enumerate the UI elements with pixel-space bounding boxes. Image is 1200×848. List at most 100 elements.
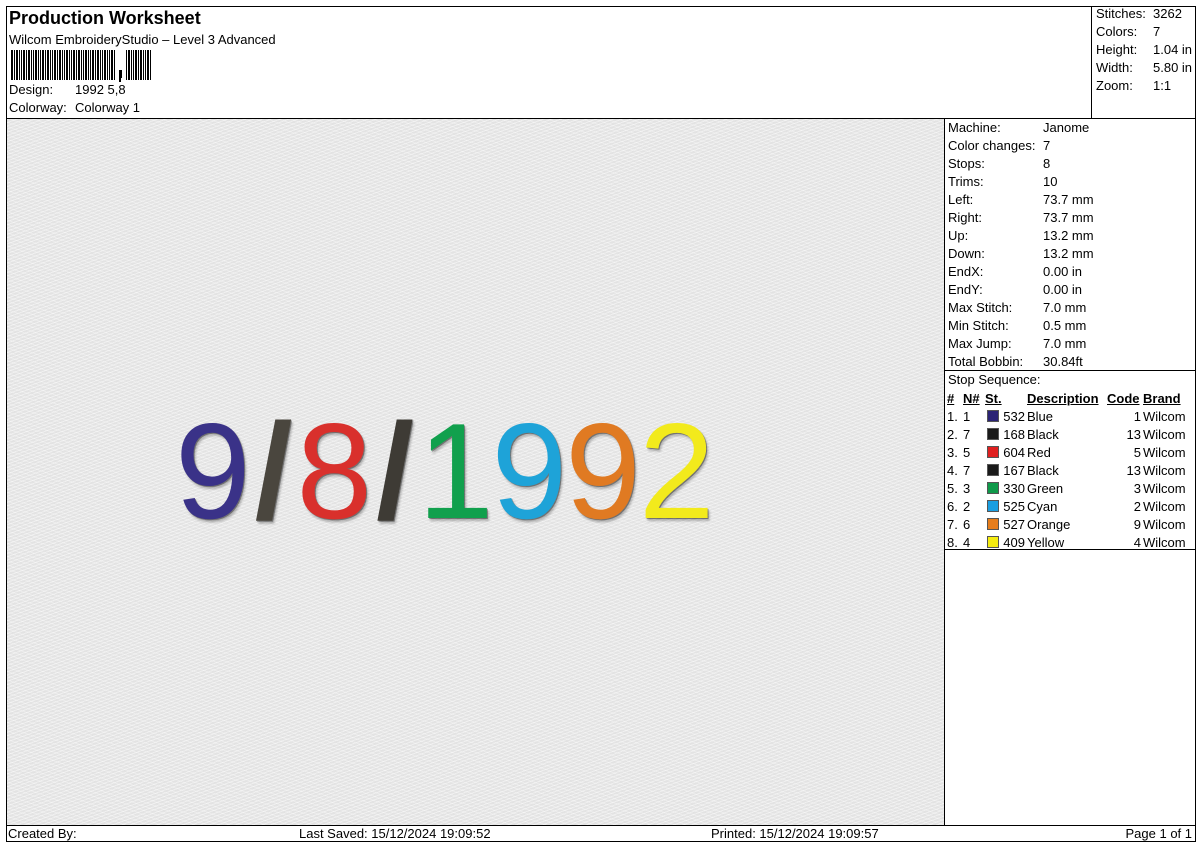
col-header-brand: Brand [1143, 390, 1181, 406]
machine-info-value: 7.0 mm [1043, 300, 1087, 315]
thread-brand: Wilcom [1143, 498, 1186, 514]
color-code: 2 [1133, 498, 1141, 514]
design-glyph: 9 [175, 395, 251, 547]
machine-info-value: Janome [1043, 120, 1090, 135]
machine-info-value: 73.7 mm [1043, 210, 1094, 225]
design-row: Design: 1992 5,8 [9, 82, 126, 97]
needle-number: 6 [963, 516, 971, 532]
machine-info-row: Min Stitch: 0.5 mm [948, 318, 1086, 333]
panel-separator [945, 370, 1196, 371]
machine-info-row: Max Stitch: 7.0 mm [948, 300, 1086, 315]
thread-brand: Wilcom [1143, 516, 1186, 532]
stitches-value: 3262 [1153, 6, 1182, 21]
machine-info-row: EndY: 0.00 in [948, 282, 1082, 297]
table-row: 6. 2 525 Cyan 2 Wilcom [946, 497, 1194, 515]
color-swatch [987, 445, 1000, 458]
colors-value: 7 [1153, 24, 1161, 39]
colorway-row: Colorway: Colorway 1 [9, 100, 140, 115]
row-number: 4. [947, 462, 958, 478]
machine-info-value: 73.7 mm [1043, 192, 1094, 207]
machine-info-label: Trims: [948, 174, 984, 189]
design-glyph: / [376, 395, 414, 547]
color-description: Black [1027, 426, 1059, 442]
height-label: Height: [1096, 42, 1138, 57]
machine-info-label: Max Jump: [948, 336, 1012, 351]
machine-info-label: Machine: [948, 120, 1001, 135]
row-number: 8. [947, 534, 958, 550]
height-row: Height: 1.04 in [1096, 42, 1192, 57]
table-header-row: # N# St. Description Code Brand [946, 389, 1194, 407]
machine-info-label: Down: [948, 246, 985, 261]
zoom-value: 1:1 [1153, 78, 1172, 93]
stitch-count: 409 [1003, 534, 1025, 550]
machine-info-row: Machine: Janome [948, 120, 1089, 135]
needle-number: 5 [963, 444, 971, 460]
design-glyph: 1 [417, 395, 494, 547]
row-number: 1. [947, 408, 958, 424]
needle-number: 7 [963, 426, 971, 442]
stitch-count: 525 [1003, 498, 1025, 514]
machine-info-value: 0.00 in [1043, 264, 1083, 279]
width-value: 5.80 in [1153, 60, 1193, 75]
stitch-count: 167 [1003, 462, 1025, 478]
machine-info-label: Color changes: [948, 138, 1036, 153]
color-code: 3 [1133, 480, 1141, 496]
color-code: 5 [1133, 444, 1141, 460]
color-swatch [987, 499, 1000, 512]
machine-info-value: 7 [1043, 138, 1051, 153]
color-description: Black [1027, 462, 1059, 478]
machine-info-label: Total Bobbin: [948, 354, 1024, 369]
table-bottom-divider [945, 549, 1196, 550]
zoom-row: Zoom: 1:1 [1096, 78, 1171, 93]
color-description: Cyan [1027, 498, 1058, 514]
row-number: 3. [947, 444, 958, 460]
color-code: 4 [1133, 534, 1141, 550]
design-label: Design: [9, 82, 54, 97]
stop-sequence-title: Stop Sequence: [948, 372, 1041, 387]
color-code: 13 [1126, 426, 1141, 442]
table-row: 1. 1 532 Blue 1 Wilcom [946, 407, 1194, 425]
table-row: 7. 6 527 Orange 9 Wilcom [946, 515, 1194, 533]
machine-info-label: Max Stitch: [948, 300, 1013, 315]
page-title: Production Worksheet [9, 8, 201, 28]
stitches-label: Stitches: [1096, 6, 1146, 21]
machine-info-row: Up: 13.2 mm [948, 228, 1094, 243]
thread-brand: Wilcom [1143, 534, 1186, 550]
stitch-count: 532 [1003, 408, 1025, 424]
thread-brand: Wilcom [1143, 408, 1186, 424]
machine-info-row: Max Jump: 7.0 mm [948, 336, 1086, 351]
machine-info-row: Color changes: 7 [948, 138, 1050, 153]
color-description: Orange [1027, 516, 1071, 532]
machine-info-label: Left: [948, 192, 974, 207]
design-glyph: 2 [638, 395, 715, 547]
color-description: Green [1027, 480, 1064, 496]
table-row: 3. 5 604 Red 5 Wilcom [946, 443, 1194, 461]
thread-brand: Wilcom [1143, 480, 1186, 496]
row-number: 7. [947, 516, 958, 532]
color-code: 13 [1126, 462, 1141, 478]
color-swatch [987, 535, 1000, 548]
row-number: 5. [947, 480, 958, 496]
machine-info-value: 10 [1043, 174, 1058, 189]
machine-info-value: 0.00 in [1043, 282, 1083, 297]
machine-info-label: EndY: [948, 282, 983, 297]
created-by: Created By: [8, 826, 77, 841]
color-code: 1 [1133, 408, 1141, 424]
machine-info-label: Stops: [948, 156, 985, 171]
machine-info-row: Total Bobbin: 30.84ft [948, 354, 1083, 369]
table-row: 4. 7 167 Black 13 Wilcom [946, 461, 1194, 479]
machine-info-label: Up: [948, 228, 969, 243]
col-header-st: St. [985, 390, 1002, 406]
machine-info-value: 13.2 mm [1043, 246, 1094, 261]
col-header-num: # [947, 390, 955, 406]
colorway-value: Colorway 1 [75, 100, 141, 115]
design-glyph: 9 [491, 395, 568, 547]
stitches-row: Stitches: 3262 [1096, 6, 1182, 21]
machine-info-row: EndX: 0.00 in [948, 264, 1082, 279]
color-swatch [987, 517, 1000, 530]
stop-sequence-table: # N# St. Description Code Brand 1. 1 532 Bl… [946, 389, 1194, 551]
needle-number: 1 [963, 408, 971, 424]
color-code: 9 [1133, 516, 1141, 532]
col-header-code: Code [1107, 390, 1140, 406]
machine-info-value: 8 [1043, 156, 1051, 171]
